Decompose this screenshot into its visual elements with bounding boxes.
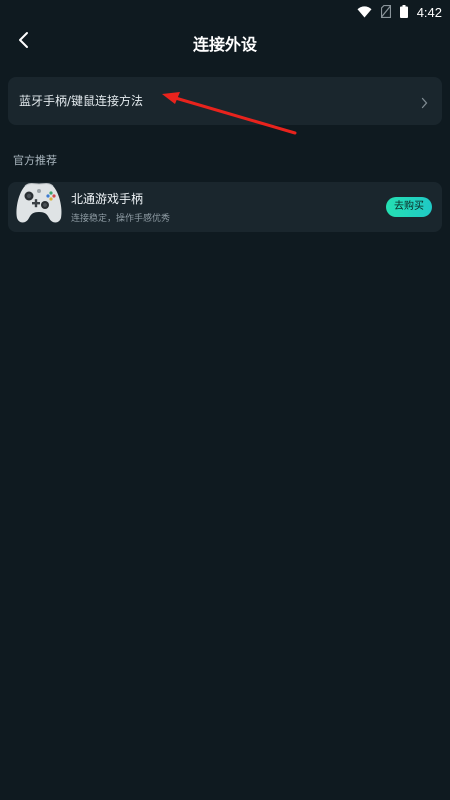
connection-guide-label: 蓝牙手柄/键鼠连接方法	[19, 94, 144, 108]
battery-icon	[399, 3, 408, 22]
product-name: 北通游戏手柄	[71, 192, 144, 206]
page-title: 连接外设	[192, 35, 257, 54]
connection-guide-row[interactable]: 蓝牙手柄/键鼠连接方法	[8, 77, 442, 125]
product-card[interactable]: 北通游戏手柄 连接稳定，操作手感优秀 去购买	[8, 182, 442, 232]
chevron-right-icon	[421, 94, 428, 113]
product-description: 连接稳定，操作手感优秀	[71, 214, 171, 224]
section-title-recommend: 官方推荐	[13, 154, 57, 167]
gamepad-image	[14, 180, 64, 226]
status-time: 4:42	[416, 4, 442, 20]
status-icons: 4:42	[357, 3, 442, 21]
wifi-icon	[357, 3, 372, 22]
buy-button[interactable]: 去购买	[386, 197, 432, 217]
no-sim-icon	[380, 3, 391, 22]
nav-bar: 连接外设	[0, 24, 450, 60]
status-bar: 4:42	[0, 0, 450, 24]
